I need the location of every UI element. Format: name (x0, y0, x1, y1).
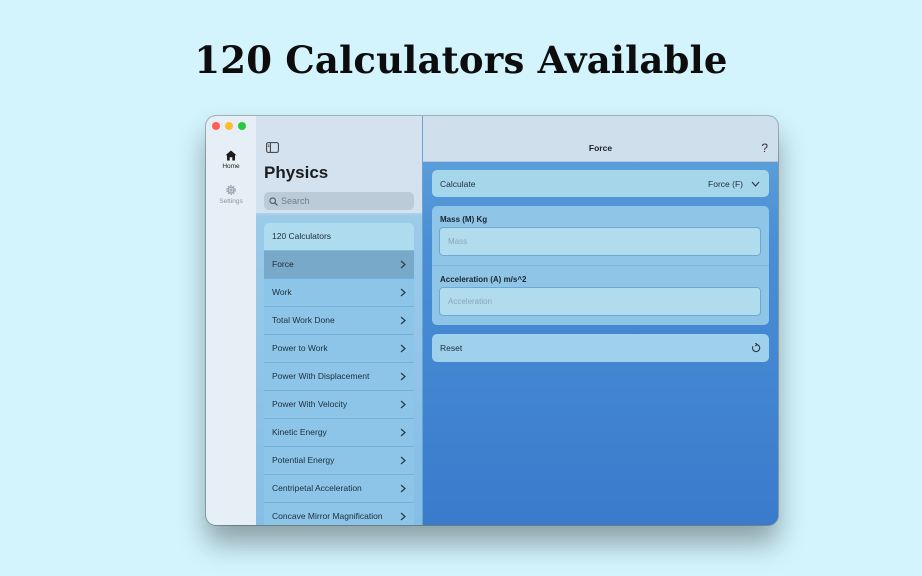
page-title: Physics (264, 163, 329, 182)
minimize-window-button[interactable] (225, 122, 233, 130)
close-window-button[interactable] (212, 122, 220, 130)
mass-input[interactable] (448, 237, 748, 246)
list-item-label: Work (272, 287, 292, 297)
list-item[interactable]: Work (264, 279, 414, 307)
calculate-label: Calculate (440, 179, 476, 189)
list-item[interactable]: Kinetic Energy (264, 419, 414, 447)
chevron-down-icon (751, 181, 760, 187)
calculator-detail: Force ? Calculate Force (F) Mass (M) Kg … (423, 116, 778, 525)
rail-item-label: Home (222, 163, 240, 170)
reset-button[interactable]: Reset (432, 334, 769, 362)
detail-toolbar: Force ? (423, 116, 778, 162)
list-item-label: Kinetic Energy (272, 427, 327, 437)
chevron-right-icon (400, 288, 406, 297)
list-item[interactable]: Power With Velocity (264, 391, 414, 419)
acceleration-input[interactable] (448, 297, 748, 306)
sidebar-toggle-icon[interactable] (266, 142, 279, 153)
list-item-label: Concave Mirror Magnification (272, 511, 383, 521)
app-window: Home Settings Physics Search 120 Calcula… (206, 116, 778, 525)
list-item[interactable]: Centripetal Acceleration (264, 475, 414, 503)
acceleration-field[interactable] (439, 287, 761, 316)
list-item[interactable]: Power to Work (264, 335, 414, 363)
detail-title: Force (588, 143, 613, 153)
list-header: 120 Calculators (264, 223, 414, 251)
list-item-label: Potential Energy (272, 455, 335, 465)
chevron-right-icon (400, 372, 406, 381)
rail-item-label: Settings (219, 198, 243, 205)
chevron-right-icon (400, 316, 406, 325)
reset-label: Reset (440, 343, 463, 353)
mass-label: Mass (M) Kg (440, 215, 488, 224)
chevron-right-icon (400, 344, 406, 353)
zoom-window-button[interactable] (238, 122, 246, 130)
icon-rail: Home Settings (206, 116, 257, 525)
acceleration-label: Acceleration (A) m/s^2 (440, 275, 527, 284)
chevron-right-icon (400, 260, 406, 269)
calculator-sidebar: Physics 120 Calculators Force Work Total… (256, 116, 423, 525)
search-field[interactable] (264, 192, 414, 210)
list-item-label: Force (272, 259, 294, 269)
reset-icon (751, 343, 761, 353)
input-card: Mass (M) Kg Acceleration (A) m/s^2 (432, 206, 769, 325)
list-item-label: Power to Work (272, 343, 328, 353)
calculate-picker[interactable]: Calculate Force (F) (432, 170, 769, 197)
search-icon (269, 196, 278, 206)
list-item[interactable]: Total Work Done (264, 307, 414, 335)
list-item-label: Centripetal Acceleration (272, 483, 362, 493)
gear-icon (226, 185, 236, 195)
chevron-right-icon (400, 428, 406, 437)
chevron-right-icon (400, 484, 406, 493)
calculate-value: Force (F) (708, 179, 743, 189)
search-input[interactable] (281, 196, 401, 206)
chevron-right-icon (400, 400, 406, 409)
window-controls (212, 122, 246, 130)
mass-field[interactable] (439, 227, 761, 256)
rail-item-home[interactable]: Home (206, 150, 256, 170)
list-item[interactable]: Force (264, 251, 414, 279)
help-button[interactable]: ? (761, 141, 768, 155)
calculator-list: 120 Calculators Force Work Total Work Do… (264, 223, 414, 525)
list-item-label: Total Work Done (272, 315, 335, 325)
divider (432, 265, 769, 266)
chevron-right-icon (400, 512, 406, 521)
list-item[interactable]: Power With Displacement (264, 363, 414, 391)
rail-item-settings[interactable]: Settings (206, 184, 256, 205)
list-item[interactable]: Concave Mirror Magnification (264, 503, 414, 525)
list-item-label: Power With Velocity (272, 399, 348, 409)
chevron-right-icon (400, 456, 406, 465)
marketing-headline: 120 Calculators Available (194, 38, 728, 82)
house-icon (225, 150, 237, 161)
list-item-label: Power With Displacement (272, 371, 370, 381)
list-item[interactable]: Potential Energy (264, 447, 414, 475)
